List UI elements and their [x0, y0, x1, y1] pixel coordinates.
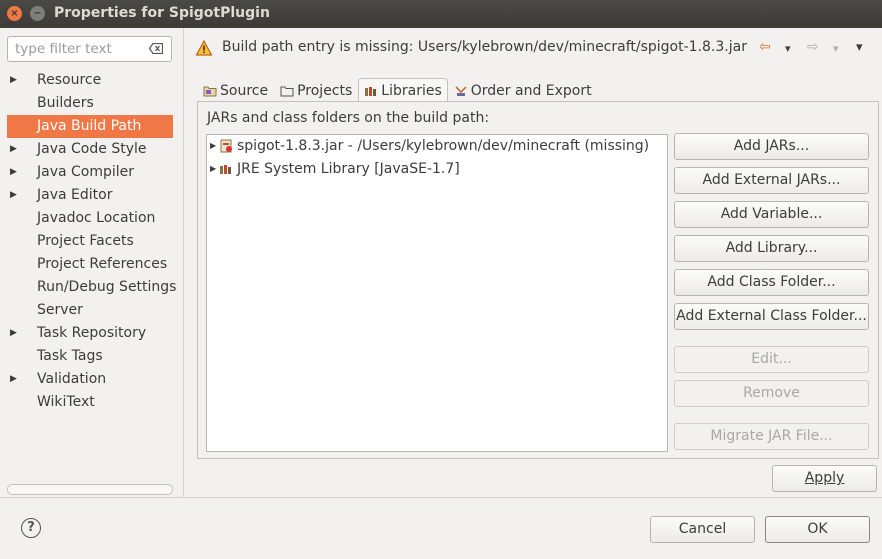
- expand-arrow-icon[interactable]: ▶: [10, 161, 17, 184]
- expand-arrow-icon[interactable]: ▶: [10, 69, 17, 92]
- back-dropdown-icon[interactable]: ▾: [785, 42, 791, 55]
- order-export-icon: [455, 85, 467, 96]
- add-class-folder-button[interactable]: Add Class Folder...: [674, 269, 869, 296]
- tree-item[interactable]: Java Build Path: [7, 115, 173, 138]
- tree-item-label: Java Compiler: [37, 164, 135, 180]
- expand-arrow-icon[interactable]: ▶: [10, 184, 17, 207]
- forward-arrow-icon[interactable]: ⇨: [807, 39, 819, 55]
- add-external-jars-button[interactable]: Add External JARs...: [674, 167, 869, 194]
- tab-projects[interactable]: Projects: [274, 78, 358, 102]
- tree-item-label: Project References: [37, 256, 168, 272]
- back-arrow-icon[interactable]: ⇦: [759, 39, 771, 55]
- close-icon: ×: [10, 8, 19, 19]
- build-path-caption: JARs and class folders on the build path…: [207, 110, 490, 126]
- project-folder-icon: [280, 86, 294, 96]
- tree-item[interactable]: Javadoc Location: [0, 207, 183, 230]
- view-menu-icon[interactable]: ▾: [856, 40, 863, 55]
- window-title: Properties for SpigotPlugin: [54, 5, 270, 21]
- tree-item-label: Validation: [37, 371, 107, 387]
- tree-item[interactable]: ▶ Java Editor: [0, 184, 183, 207]
- property-tree: ▶ Resource Builders Java Build Path ▶ Java Co…: [0, 69, 183, 414]
- horizontal-scrollbar[interactable]: [7, 484, 173, 495]
- filter-input[interactable]: [15, 40, 140, 58]
- pane-divider[interactable]: [183, 28, 184, 497]
- add-library-button[interactable]: Add Library...: [674, 235, 869, 262]
- tab-order-export[interactable]: Order and Export: [448, 78, 598, 102]
- clear-filter-icon[interactable]: [149, 43, 163, 54]
- remove-button[interactable]: Remove: [674, 380, 869, 407]
- tree-item-label: Java Code Style: [37, 141, 147, 157]
- tab-source[interactable]: Source: [197, 78, 274, 102]
- filter-box: [7, 36, 172, 62]
- tree-item-label: Task Tags: [37, 348, 103, 364]
- minimize-icon: −: [33, 8, 42, 19]
- tree-item-label: Java Editor: [37, 187, 113, 203]
- warning-icon: [196, 40, 212, 56]
- expand-arrow-icon[interactable]: ▶: [10, 322, 17, 345]
- tree-item[interactable]: Project Facets: [0, 230, 183, 253]
- page-title: Build path entry is missing: Users/kyleb…: [222, 39, 747, 55]
- libraries-icon: [365, 86, 377, 96]
- entry-label: JRE System Library [JavaSE-1.7]: [237, 161, 460, 177]
- libraries-panel: JARs and class folders on the build path…: [197, 101, 879, 459]
- tree-item-label: Project Facets: [37, 233, 134, 249]
- build-path-list[interactable]: ▶ spigot-1.8.3.jar - /Users/kylebrown/de…: [206, 134, 668, 452]
- add-variable-button[interactable]: Add Variable...: [674, 201, 869, 228]
- tree-item-label: Builders: [37, 95, 94, 111]
- edit-button[interactable]: Edit...: [674, 346, 869, 373]
- forward-dropdown-icon[interactable]: ▾: [833, 42, 839, 55]
- tree-item[interactable]: ▶ Java Compiler: [0, 161, 183, 184]
- window-close-button[interactable]: ×: [7, 6, 22, 21]
- tree-item-label: Javadoc Location: [37, 210, 156, 226]
- library-icon: [220, 165, 231, 174]
- left-pane: ▶ Resource Builders Java Build Path ▶ Java Co…: [0, 28, 183, 497]
- window-minimize-button[interactable]: −: [30, 6, 45, 21]
- tree-item[interactable]: Project References: [0, 253, 183, 276]
- migrate-jar-button[interactable]: Migrate JAR File...: [674, 423, 869, 450]
- tree-item-label: Resource: [37, 72, 102, 88]
- page-header: Build path entry is missing: Users/kyleb…: [184, 28, 882, 68]
- tree-item[interactable]: WikiText: [0, 391, 183, 414]
- tab-libraries[interactable]: Libraries: [358, 78, 448, 102]
- tab-strip: Source Projects Libraries Order and Expo…: [197, 78, 598, 102]
- tree-item[interactable]: Run/Debug Settings: [0, 276, 183, 299]
- tree-item[interactable]: Builders: [0, 92, 183, 115]
- tree-item-label: Run/Debug Settings: [37, 279, 177, 295]
- tree-item-label: Task Repository: [37, 325, 147, 341]
- expand-arrow-icon[interactable]: ▶: [10, 368, 17, 391]
- tree-item[interactable]: ▶ Validation: [0, 368, 183, 391]
- jar-missing-icon: [220, 139, 232, 153]
- tree-item-label: WikiText: [37, 394, 95, 410]
- tree-item[interactable]: Server: [0, 299, 183, 322]
- dialog-button-bar: ? Cancel OK: [0, 497, 882, 559]
- tree-item-label: Java Build Path: [37, 118, 142, 134]
- add-jars-button[interactable]: Add JARs...: [674, 133, 869, 160]
- expand-arrow-icon[interactable]: ▶: [210, 158, 216, 180]
- ok-button[interactable]: OK: [765, 516, 870, 543]
- title-bar: × − Properties for SpigotPlugin: [0, 0, 882, 28]
- expand-arrow-icon[interactable]: ▶: [10, 138, 17, 161]
- tree-item-label: Server: [37, 302, 83, 318]
- apply-button[interactable]: Apply: [772, 465, 877, 492]
- add-external-class-folder-button[interactable]: Add External Class Folder...: [674, 303, 869, 330]
- expand-arrow-icon[interactable]: ▶: [210, 135, 216, 157]
- cancel-button[interactable]: Cancel: [650, 516, 755, 543]
- help-icon[interactable]: ?: [21, 518, 41, 538]
- tree-item[interactable]: ▶ Task Repository: [0, 322, 183, 345]
- tree-item[interactable]: ▶ Resource: [0, 69, 183, 92]
- tree-item[interactable]: Task Tags: [0, 345, 183, 368]
- entry-label: spigot-1.8.3.jar - /Users/kylebrown/dev/…: [237, 138, 650, 154]
- tree-item[interactable]: ▶ Java Code Style: [0, 138, 183, 161]
- source-folder-icon: [203, 86, 217, 96]
